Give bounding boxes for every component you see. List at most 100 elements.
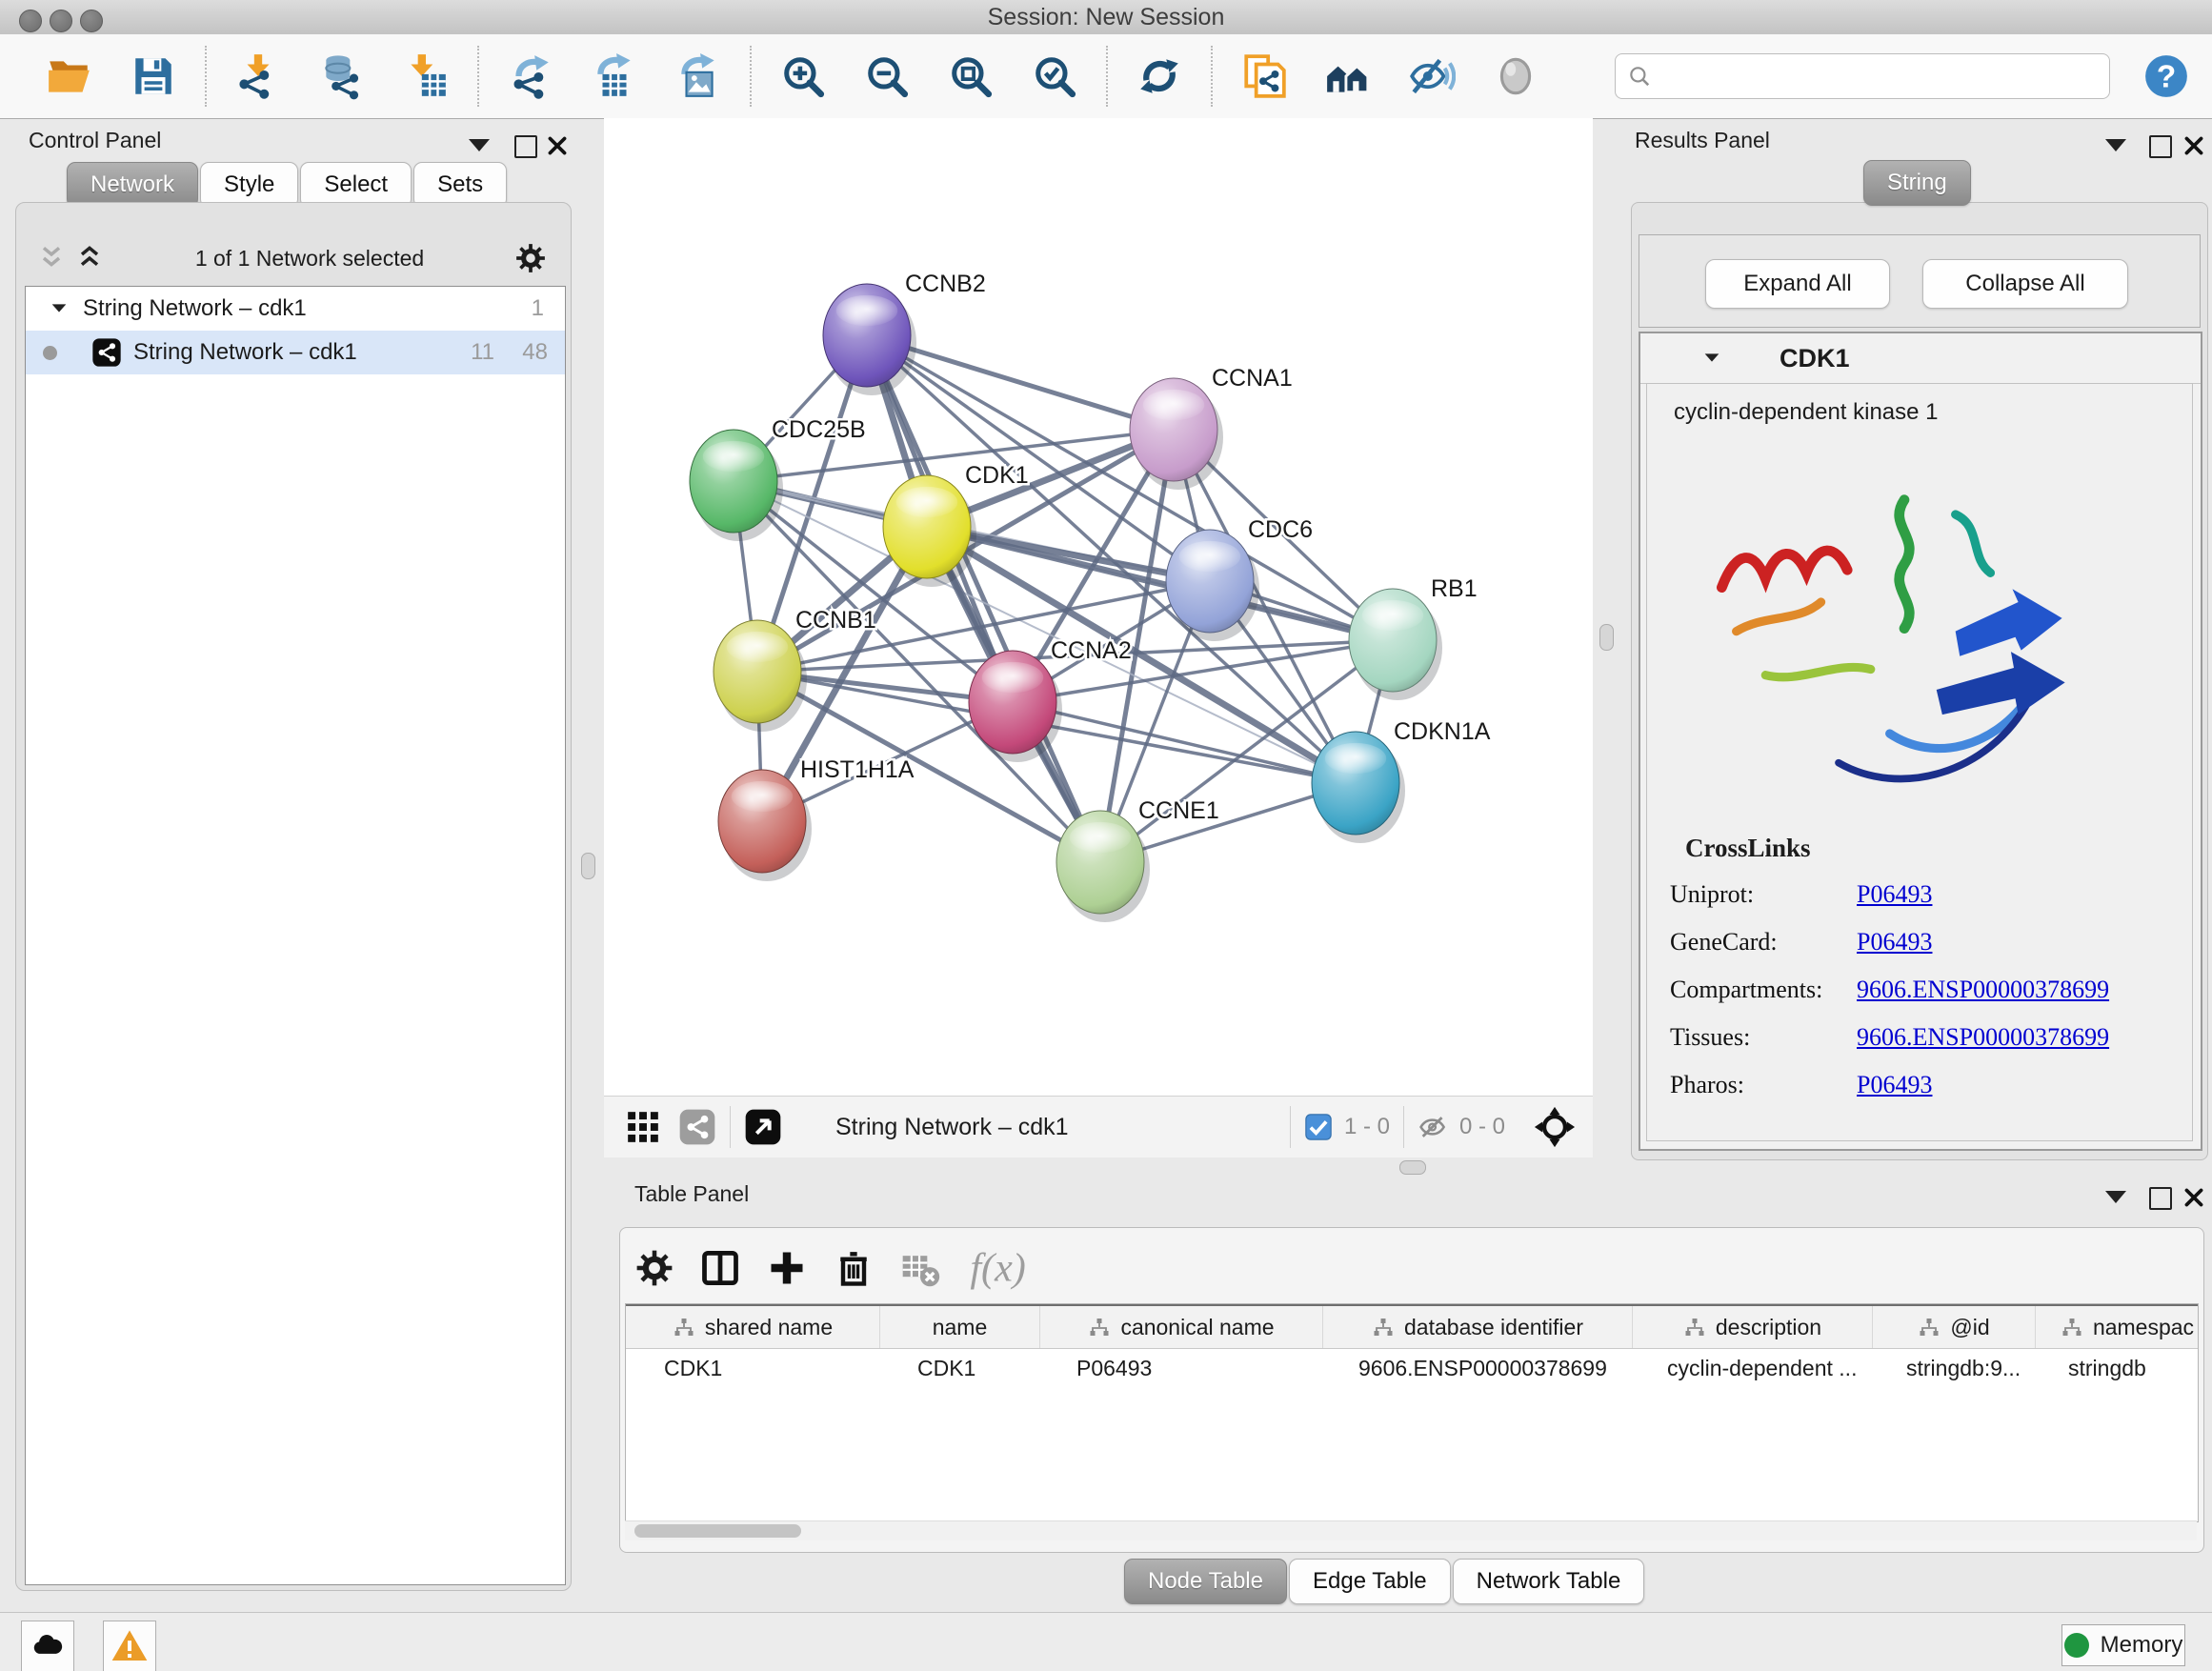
bottom-splitter-handle[interactable]	[1399, 1160, 1426, 1175]
network-row[interactable]: String Network – cdk1 11 48	[26, 331, 565, 374]
warning-button[interactable]	[103, 1621, 156, 1671]
column-header--id[interactable]: @id	[1873, 1306, 2036, 1348]
node-label-CCNA2: CCNA2	[1051, 637, 1132, 664]
hide-eye-icon	[1408, 52, 1456, 100]
network-node-CCNA1[interactable]: CCNA1	[1130, 365, 1293, 490]
table-panel-menu-icon[interactable]	[2105, 1191, 2134, 1219]
gene-expand-icon[interactable]	[1701, 348, 1722, 369]
table-row[interactable]: CDK1CDK1P064939606.ENSP00000378699cyclin…	[626, 1349, 2198, 1387]
import-table-button[interactable]	[398, 47, 453, 106]
table-panel-close-icon[interactable]	[2182, 1185, 2206, 1210]
node-label-CCNB2: CCNB2	[905, 271, 986, 297]
open-folder-button[interactable]	[42, 47, 97, 106]
expand-all-icon[interactable]	[74, 243, 105, 273]
inactive-eye-button[interactable]	[1488, 47, 1543, 106]
network-node-CCNE1[interactable]: CCNE1	[1056, 797, 1219, 922]
refresh-button[interactable]	[1132, 47, 1187, 106]
network-graph[interactable]: CCNB2 CCNA1 CDC25B	[604, 118, 1593, 1096]
collection-expand-icon[interactable]	[49, 298, 70, 319]
tab-style[interactable]: Style	[200, 162, 298, 208]
network-node-CCNB1[interactable]: CCNB1	[714, 607, 876, 732]
tab-string[interactable]: String	[1863, 160, 1971, 206]
save-session-button[interactable]	[126, 47, 181, 106]
results-panel-close-icon[interactable]	[2182, 133, 2206, 158]
add-column-icon[interactable]	[766, 1247, 808, 1289]
node-label-CDC25B: CDC25B	[772, 416, 866, 443]
memory-button[interactable]: Memory	[2061, 1624, 2185, 1666]
expand-all-button[interactable]: Expand All	[1705, 259, 1890, 309]
gear-icon[interactable]	[514, 242, 547, 274]
network-node-CCNB2[interactable]: CCNB2	[823, 271, 986, 395]
tab-select[interactable]: Select	[300, 162, 412, 208]
export-image-button[interactable]	[671, 47, 726, 106]
crosslink-link[interactable]: 9606.ENSP00000378699	[1857, 976, 2109, 1004]
column-header-database-identifier[interactable]: database identifier	[1323, 1306, 1633, 1348]
control-panel-close-icon[interactable]	[545, 133, 570, 158]
crosslink-link[interactable]: P06493	[1857, 1071, 1932, 1099]
gene-description: cyclin-dependent kinase 1	[1674, 399, 2192, 426]
zoom-fit-button[interactable]	[943, 47, 998, 106]
help-button[interactable]: ?	[2139, 47, 2194, 106]
node-label-CCNB1: CCNB1	[795, 607, 876, 634]
control-panel-float-icon[interactable]	[514, 135, 543, 164]
tab-node-table[interactable]: Node Table	[1124, 1559, 1287, 1604]
import-database-button[interactable]	[314, 47, 370, 106]
zoom-out-icon	[863, 52, 911, 100]
network-node-HIST1H1A[interactable]: HIST1H1A	[718, 756, 915, 881]
export-table-button[interactable]	[587, 47, 642, 106]
birdseye-icon[interactable]	[1534, 1106, 1576, 1148]
delete-column-icon[interactable]	[833, 1247, 875, 1289]
cloud-icon	[30, 1628, 66, 1664]
network-view-title: String Network – cdk1	[835, 1114, 1069, 1141]
collapse-all-icon[interactable]	[36, 243, 67, 273]
crosslinks-list: Uniprot:P06493GeneCard:P06493Compartment…	[1647, 880, 2192, 1099]
toolbar-separator	[205, 46, 207, 107]
table-gear-icon[interactable]	[634, 1248, 674, 1288]
column-header-shared-name[interactable]: shared name	[626, 1306, 880, 1348]
open-in-window-icon[interactable]	[744, 1108, 782, 1146]
import-network-button[interactable]	[231, 47, 286, 106]
network-canvas[interactable]: CCNB2 CCNA1 CDC25B	[604, 118, 1593, 1096]
export-network-button[interactable]	[503, 47, 558, 106]
collapse-all-button[interactable]: Collapse All	[1922, 259, 2128, 309]
crosslink-link[interactable]: 9606.ENSP00000378699	[1857, 1023, 2109, 1052]
show-columns-icon[interactable]	[699, 1247, 741, 1289]
tab-sets[interactable]: Sets	[413, 162, 507, 208]
search-input[interactable]	[1652, 62, 2065, 91]
network-node-CDC25B[interactable]: CDC25B	[690, 416, 866, 541]
column-header-description[interactable]: description	[1633, 1306, 1873, 1348]
network-view-share-icon[interactable]	[678, 1108, 716, 1146]
scrollbar-handle[interactable]	[634, 1524, 801, 1538]
column-header-name[interactable]: name	[880, 1306, 1040, 1348]
tab-network[interactable]: Network	[67, 162, 198, 208]
table-panel-float-icon[interactable]	[2149, 1187, 2178, 1216]
selected-checkbox-icon[interactable]	[1304, 1113, 1333, 1141]
memory-status-dot-icon	[2064, 1633, 2089, 1658]
network-node-CDKN1A[interactable]: CDKN1A	[1312, 718, 1491, 843]
results-panel-float-icon[interactable]	[2149, 135, 2178, 164]
results-panel-menu-icon[interactable]	[2105, 139, 2134, 168]
table-horizontal-scrollbar[interactable]	[625, 1520, 2197, 1540]
crosslink-link[interactable]: P06493	[1857, 880, 1932, 909]
cloud-button[interactable]	[21, 1621, 74, 1671]
tab-edge-table[interactable]: Edge Table	[1289, 1559, 1451, 1604]
zoom-out-button[interactable]	[859, 47, 915, 106]
crosslink-link[interactable]: P06493	[1857, 928, 1932, 956]
hide-eye-button[interactable]	[1404, 47, 1459, 106]
left-splitter-handle[interactable]	[581, 853, 595, 879]
column-header-canonical-name[interactable]: canonical name	[1040, 1306, 1323, 1348]
column-header-namespac[interactable]: namespac	[2036, 1306, 2199, 1348]
search-box[interactable]	[1615, 53, 2110, 99]
network-collection-row[interactable]: String Network – cdk1 1	[26, 287, 565, 331]
zoom-in-button[interactable]	[775, 47, 831, 106]
home-networks-button[interactable]	[1320, 47, 1376, 106]
grid-view-icon[interactable]	[625, 1109, 661, 1145]
network-node-RB1[interactable]: RB1	[1349, 575, 1478, 700]
right-splitter-handle[interactable]	[1599, 624, 1614, 651]
network-node-CDC6[interactable]: CDC6	[1166, 516, 1313, 641]
duplicate-network-button[interactable]	[1237, 47, 1292, 106]
gene-section-header[interactable]: CDK1	[1640, 333, 2201, 384]
network-node-CCNA2[interactable]: CCNA2	[969, 637, 1132, 762]
tab-network-table[interactable]: Network Table	[1453, 1559, 1645, 1604]
zoom-selected-button[interactable]	[1027, 47, 1082, 106]
